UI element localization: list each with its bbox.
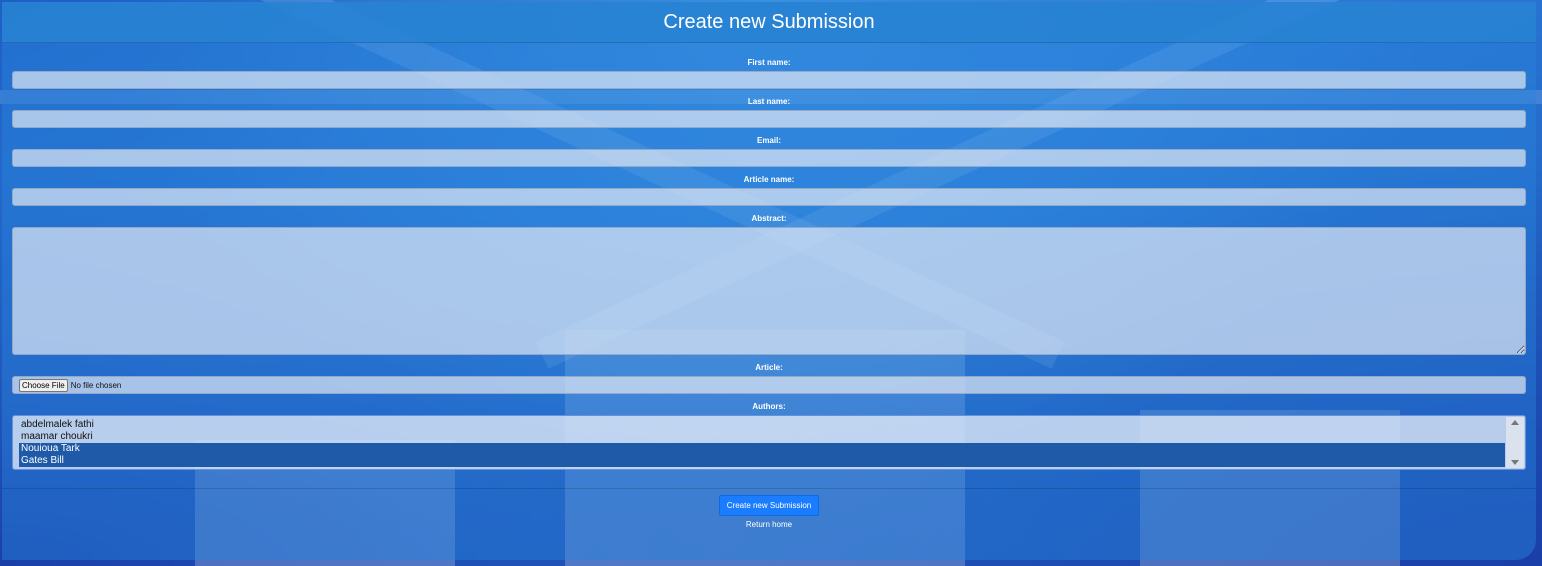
article-label: Article:	[755, 363, 783, 372]
form-divider	[2, 488, 1536, 489]
form-actions: Create new Submission Return home	[12, 495, 1526, 529]
authors-label: Authors:	[752, 402, 786, 411]
abstract-label: Abstract:	[751, 214, 787, 223]
page-header: Create new Submission	[2, 2, 1536, 43]
return-home-link[interactable]: Return home	[12, 520, 1526, 529]
scroll-down-icon[interactable]	[1511, 460, 1519, 465]
page-title: Create new Submission	[663, 10, 875, 33]
scroll-up-icon[interactable]	[1511, 420, 1519, 425]
authors-scrollbar[interactable]	[1506, 417, 1524, 468]
abstract-textarea[interactable]	[12, 227, 1526, 355]
create-submission-button[interactable]: Create new Submission	[718, 495, 820, 516]
file-status-text: No file chosen	[70, 380, 122, 390]
author-option[interactable]: Nouioua Tark	[19, 443, 1505, 455]
article-name-input[interactable]	[12, 188, 1526, 206]
email-input[interactable]	[12, 149, 1526, 167]
article-name-label: Article name:	[743, 175, 795, 184]
choose-file-button[interactable]: Choose File	[19, 378, 68, 392]
author-option[interactable]: maamar choukri	[19, 431, 1505, 443]
email-label: Email:	[756, 136, 781, 145]
authors-select[interactable]: abdelmalek fathi maamar choukri Nouioua …	[12, 415, 1526, 470]
last-name-label: Last name:	[747, 97, 791, 106]
submission-form: First name: Last name: Email: Article na…	[2, 43, 1536, 529]
author-option[interactable]: Gates Bill	[19, 455, 1505, 467]
article-file-input[interactable]: Choose File No file chosen	[12, 376, 1526, 394]
submission-panel: Create new Submission First name: Last n…	[2, 2, 1536, 560]
author-option[interactable]: abdelmalek fathi	[19, 419, 1505, 431]
last-name-input[interactable]	[12, 110, 1526, 128]
first-name-input[interactable]	[12, 71, 1526, 89]
first-name-label: First name:	[747, 58, 791, 67]
